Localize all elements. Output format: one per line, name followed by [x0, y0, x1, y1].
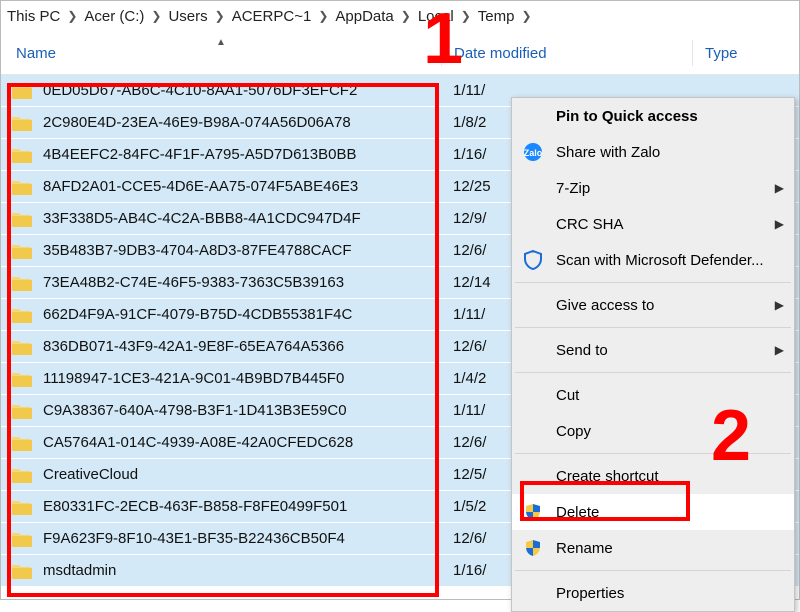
chevron-right-icon: ❯ [151, 9, 161, 23]
menu-delete[interactable]: Delete [512, 494, 794, 530]
breadcrumb-segment[interactable]: AppData [335, 8, 393, 25]
file-name: 8AFD2A01-CCE5-4D6E-AA75-074F5ABE46E3 [43, 178, 441, 195]
chevron-right-icon: ▶ [775, 217, 784, 231]
folder-icon [1, 371, 43, 387]
annotation-label-1: 1 [423, 0, 463, 80]
folder-icon [1, 307, 43, 323]
menu-share-with-zalo[interactable]: Zalo Share with Zalo [512, 134, 794, 170]
menu-scan-defender[interactable]: Scan with Microsoft Defender... [512, 242, 794, 278]
file-name: 73EA48B2-C74E-46F5-9383-7363C5B39163 [43, 274, 441, 291]
folder-icon [1, 147, 43, 163]
column-type-label: Type [705, 45, 738, 62]
file-name: 662D4F9A-91CF-4079-B75D-4CDB55381F4C [43, 306, 441, 323]
menu-give-access-to[interactable]: Give access to▶ [512, 287, 794, 323]
menu-separator [515, 372, 791, 373]
menu-rename[interactable]: Rename [512, 530, 794, 566]
file-name: E80331FC-2ECB-463F-B858-F8FE0499F501 [43, 498, 441, 515]
file-name: 836DB071-43F9-42A1-9E8F-65EA764A5366 [43, 338, 441, 355]
column-type[interactable]: Type [693, 35, 799, 70]
chevron-right-icon: ❯ [67, 9, 77, 23]
folder-icon [1, 435, 43, 451]
sort-asc-icon: ▲ [216, 37, 226, 48]
menu-create-shortcut[interactable]: Create shortcut [512, 458, 794, 494]
file-name: F9A623F9-8F10-43E1-BF35-B22436CB50F4 [43, 530, 441, 547]
breadcrumb-segment[interactable]: Users [168, 8, 207, 25]
column-headers: ▲ Name Date modified Type [1, 31, 799, 75]
file-name: 4B4EEFC2-84FC-4F1F-A795-A5D7D613B0BB [43, 146, 441, 163]
folder-icon [1, 275, 43, 291]
zalo-icon: Zalo [522, 141, 544, 163]
chevron-right-icon: ❯ [401, 9, 411, 23]
defender-shield-icon [522, 249, 544, 271]
folder-icon [1, 179, 43, 195]
file-name: msdtadmin [43, 562, 441, 579]
folder-icon [1, 467, 43, 483]
folder-icon [1, 115, 43, 131]
menu-separator [515, 570, 791, 571]
file-name: 35B483B7-9DB3-4704-A8D3-87FE4788CACF [43, 242, 441, 259]
column-name-label: Name [16, 45, 56, 62]
menu-7zip[interactable]: 7-Zip▶ [512, 170, 794, 206]
menu-send-to[interactable]: Send to▶ [512, 332, 794, 368]
chevron-right-icon: ❯ [215, 9, 225, 23]
folder-icon [1, 531, 43, 547]
file-name: 11198947-1CE3-421A-9C01-4B9BD7B445F0 [43, 370, 441, 387]
svg-text:Zalo: Zalo [524, 148, 543, 158]
file-name: 0ED05D67-AB6C-4C10-8AA1-5076DF3EFCF2 [43, 82, 441, 99]
breadcrumb[interactable]: This PC ❯ Acer (C:) ❯ Users ❯ ACERPC~1 ❯ AppData… [1, 1, 799, 31]
chevron-right-icon: ▶ [775, 343, 784, 357]
chevron-right-icon: ❯ [521, 9, 531, 23]
annotation-label-2: 2 [711, 395, 751, 477]
column-date[interactable]: Date modified [442, 35, 692, 70]
folder-icon [1, 563, 43, 579]
menu-crc-sha[interactable]: CRC SHA▶ [512, 206, 794, 242]
breadcrumb-segment[interactable]: Acer (C:) [84, 8, 144, 25]
file-name: CA5764A1-014C-4939-A08E-42A0CFEDC628 [43, 434, 441, 451]
folder-icon [1, 83, 43, 99]
breadcrumb-segment[interactable]: Temp [478, 8, 515, 25]
menu-copy[interactable]: Copy [512, 413, 794, 449]
folder-icon [1, 339, 43, 355]
file-name: 2C980E4D-23EA-46E9-B98A-074A56D06A78 [43, 114, 441, 131]
context-menu: Pin to Quick access Zalo Share with Zalo… [511, 97, 795, 612]
menu-separator [515, 282, 791, 283]
file-name: C9A38367-640A-4798-B3F1-1D413B3E59C0 [43, 402, 441, 419]
column-date-label: Date modified [454, 45, 547, 62]
file-name: CreativeCloud [43, 466, 441, 483]
breadcrumb-segment[interactable]: ACERPC~1 [232, 8, 312, 25]
folder-icon [1, 211, 43, 227]
menu-pin-to-quick-access[interactable]: Pin to Quick access [512, 98, 794, 134]
chevron-right-icon: ▶ [775, 298, 784, 312]
uac-shield-icon [522, 537, 544, 559]
file-name: 33F338D5-AB4C-4C2A-BBB8-4A1CDC947D4F [43, 210, 441, 227]
chevron-right-icon: ▶ [775, 181, 784, 195]
folder-icon [1, 499, 43, 515]
folder-icon [1, 403, 43, 419]
menu-cut[interactable]: Cut [512, 377, 794, 413]
column-name[interactable]: ▲ Name [1, 35, 441, 70]
menu-properties[interactable]: Properties [512, 575, 794, 611]
breadcrumb-segment[interactable]: This PC [7, 8, 60, 25]
menu-separator [515, 327, 791, 328]
chevron-right-icon: ❯ [318, 9, 328, 23]
folder-icon [1, 243, 43, 259]
uac-shield-icon [522, 501, 544, 523]
